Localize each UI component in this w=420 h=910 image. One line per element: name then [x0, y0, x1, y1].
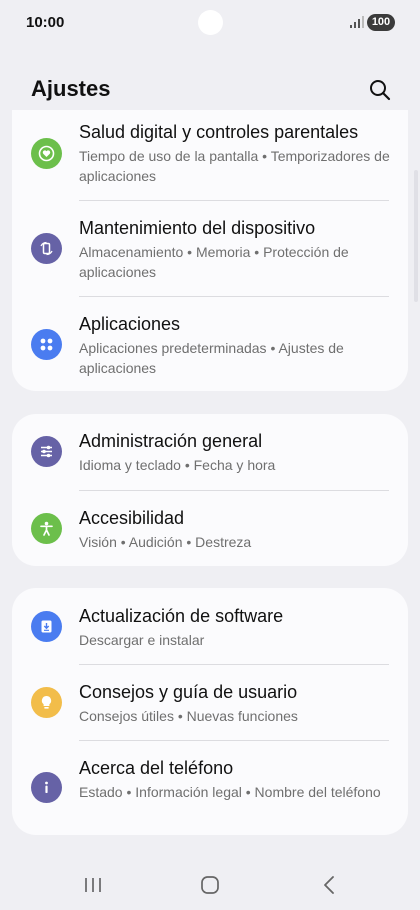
item-title: Salud digital y controles parentales [79, 122, 359, 142]
home-icon [201, 876, 219, 894]
item-subtitle: Descargar e instalar [79, 632, 205, 648]
navigation-bar [0, 860, 420, 910]
accessibility-person-icon [31, 513, 62, 544]
settings-group-1: Salud digital y controles parentales Tie… [12, 110, 408, 391]
settings-item-tips-guide[interactable]: Consejos y guía de usuario Consejos útil… [12, 665, 408, 741]
battery-indicator: 100 [367, 14, 395, 31]
recents-icon [85, 878, 101, 892]
download-update-icon [31, 611, 62, 642]
settings-item-general-management[interactable]: Administración general Idioma y teclado … [12, 414, 408, 490]
item-subtitle: Almacenamiento • Memoria • Protección de… [79, 244, 349, 280]
item-subtitle: Idioma y teclado • Fecha y hora [79, 457, 276, 473]
scrollbar[interactable] [414, 170, 418, 302]
item-subtitle: Consejos útiles • Nuevas funciones [79, 708, 298, 724]
home-button[interactable] [197, 874, 223, 896]
search-icon [370, 80, 391, 101]
info-icon [31, 772, 62, 803]
back-icon [324, 876, 334, 894]
apps-grid-icon [31, 329, 62, 360]
page-title: Ajustes [31, 76, 111, 101]
signal-icon [350, 16, 364, 28]
settings-item-about-phone[interactable]: Acerca del teléfono Estado • Información… [12, 741, 408, 835]
settings-group-2: Administración general Idioma y teclado … [12, 414, 408, 566]
settings-group-3: Actualización de software Descargar e in… [12, 588, 408, 835]
item-subtitle: Estado • Información legal • Nombre del … [79, 784, 381, 800]
settings-item-accessibility[interactable]: Accesibilidad Visión • Audición • Destre… [12, 491, 408, 566]
item-subtitle: Aplicaciones predeterminadas • Ajustes d… [79, 340, 344, 376]
camera-cutout [198, 10, 223, 35]
search-button[interactable] [366, 76, 394, 104]
item-title: Administración general [79, 431, 263, 451]
settings-item-software-update[interactable]: Actualización de software Descargar e in… [12, 588, 408, 664]
item-subtitle: Tiempo de uso de la pantalla • Temporiza… [79, 148, 390, 184]
item-title: Aplicaciones [79, 314, 181, 334]
settings-item-apps[interactable]: Aplicaciones Aplicaciones predeterminada… [12, 297, 408, 391]
back-button[interactable] [316, 874, 342, 896]
item-title: Consejos y guía de usuario [79, 682, 298, 702]
refresh-cycle-icon [31, 233, 62, 264]
item-title: Actualización de software [79, 606, 284, 626]
recents-button[interactable] [80, 874, 106, 896]
item-subtitle: Visión • Audición • Destreza [79, 534, 252, 550]
item-title: Accesibilidad [79, 508, 185, 528]
item-title: Acerca del teléfono [79, 758, 234, 778]
heart-in-circle-icon [31, 138, 62, 169]
settings-item-digital-wellbeing[interactable]: Salud digital y controles parentales Tie… [12, 110, 408, 200]
item-title: Mantenimiento del dispositivo [79, 218, 316, 238]
settings-item-device-care[interactable]: Mantenimiento del dispositivo Almacenami… [12, 201, 408, 296]
lightbulb-icon [31, 687, 62, 718]
sliders-icon [31, 436, 62, 467]
status-bar: 10:00 100 [0, 0, 420, 46]
status-time: 10:00 [26, 14, 65, 31]
